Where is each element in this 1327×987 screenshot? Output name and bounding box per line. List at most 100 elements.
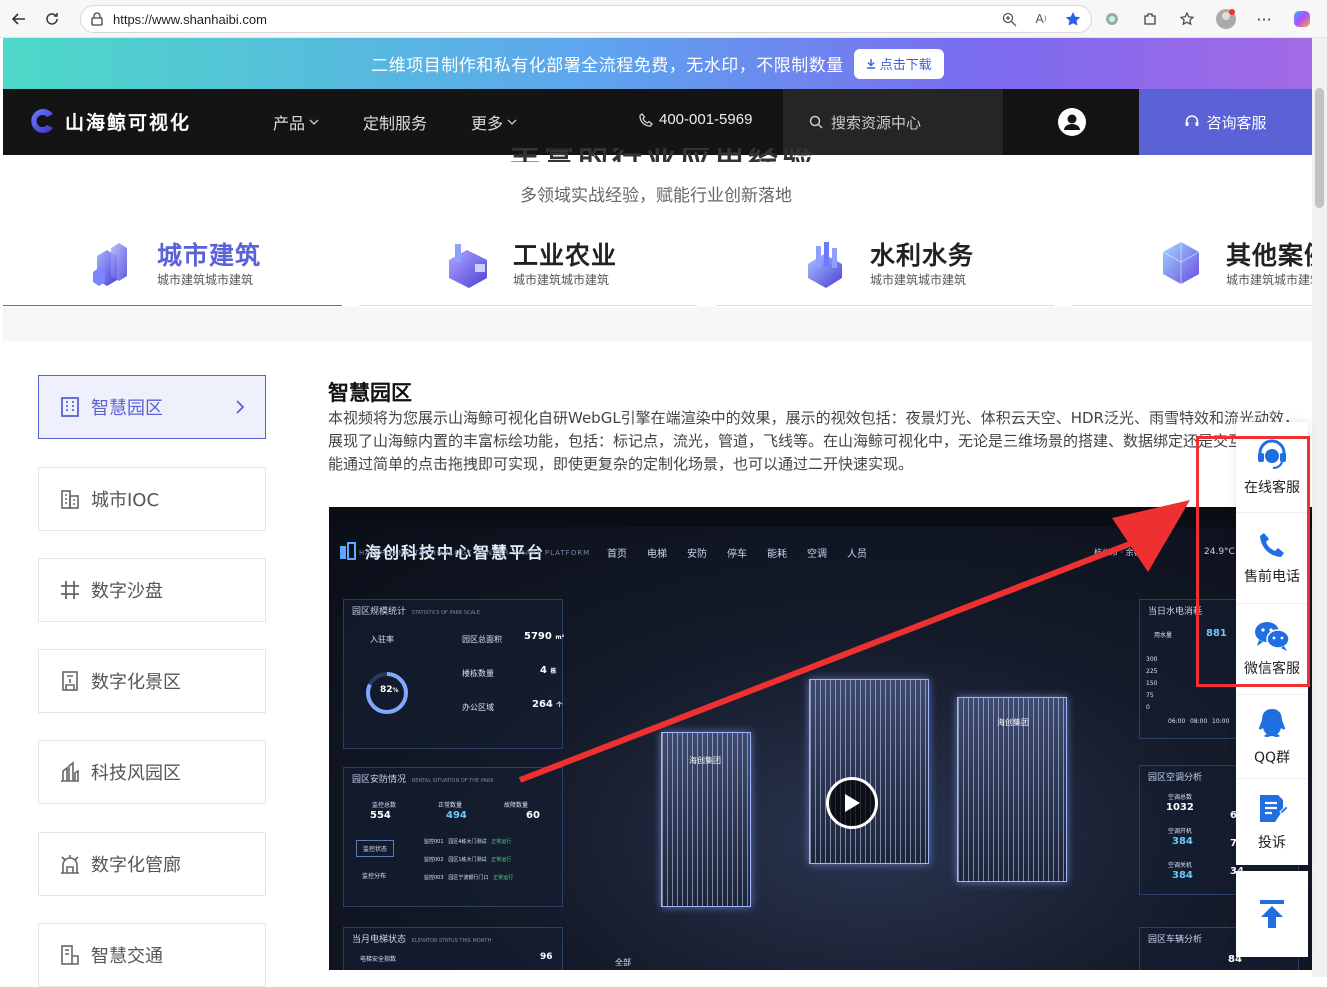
float-label: 投诉 [1258, 835, 1286, 851]
city-building-icon [93, 243, 127, 286]
extension-icon[interactable] [1138, 7, 1162, 31]
download-button-label: 点击下载 [879, 58, 932, 73]
sidebar-item-tech-park[interactable]: 科技风园区 [38, 740, 266, 804]
tab-water-conservancy[interactable]: 水利水务 城市建筑城市建筑 [716, 228, 1054, 306]
axis-tick: 300 [1146, 656, 1158, 663]
consult-button[interactable]: 咨询客服 [1139, 89, 1312, 155]
hero-title-text: 丰富的行业应用经验 [510, 148, 910, 162]
axis-tick: 08:00 [1190, 718, 1208, 725]
panel-label: 办公区域 [462, 703, 494, 712]
pipe-gallery-icon [61, 855, 79, 874]
back-icon[interactable] [5, 5, 33, 33]
favorite-star-icon[interactable] [1063, 9, 1083, 29]
sidebar-item-label: 数字化景区 [91, 672, 181, 693]
menu-more[interactable]: 更多 [471, 110, 517, 134]
annotation-highlight-box [1196, 436, 1310, 687]
sidebar-item-digital-scenic[interactable]: 数字化景区 [38, 649, 266, 713]
sidebar-item-smart-park[interactable]: 智慧园区 [38, 375, 266, 439]
play-button[interactable] [826, 777, 878, 829]
header-phone[interactable]: 400-001-5969 [639, 111, 752, 128]
download-button[interactable]: 点击下载 [853, 48, 944, 79]
video-nav-item: 能耗 [767, 549, 787, 560]
video-nav-item: 安防 [687, 549, 707, 560]
panel-label: 用水量 [1154, 632, 1173, 639]
panel-label: 楼栋数量 [462, 669, 494, 678]
sidebar-item-smart-traffic[interactable]: 智慧交通 [38, 923, 266, 987]
water-icon [808, 242, 842, 288]
float-qq-group[interactable]: QQ群 [1236, 695, 1308, 779]
favorites-icon[interactable] [1176, 7, 1200, 31]
panel-label: 正常数量 [438, 802, 463, 809]
address-bar[interactable]: https://www.shanhaibi.com A) [80, 5, 1092, 33]
building-label: 海创集团 [689, 756, 721, 765]
category-tabs: 城市建筑 城市建筑城市建筑 工业农业 城市建筑城市建筑 水利水务 城市建筑城市建… [3, 228, 1312, 306]
back-to-top-icon [1260, 900, 1284, 928]
logo-icon [31, 109, 53, 133]
panel-label: 园区总面积 [462, 635, 502, 644]
sidebar-item-label: 数字化管廊 [91, 855, 181, 876]
reload-icon[interactable] [38, 5, 66, 33]
panel-label: 入驻率 [370, 635, 394, 644]
panel-label: 空调总数 [1168, 794, 1193, 801]
category-title: 城市建筑 [157, 241, 262, 270]
sidebar-item-digital-sandbox[interactable]: 数字沙盘 [38, 558, 266, 622]
search-placeholder: 搜索资源中心 [831, 113, 922, 132]
profile-icon[interactable] [1214, 7, 1238, 31]
axis-tick: 75 [1146, 692, 1154, 699]
url-text[interactable]: https://www.shanhaibi.com [113, 12, 267, 27]
dashboard-logo-icon [340, 542, 356, 560]
read-aloud-icon[interactable]: A) [1031, 9, 1051, 29]
tab-other-cases[interactable]: 其他案例 城市建筑城市建筑 [1072, 228, 1312, 306]
sidebar-item-pipe-gallery[interactable]: 数字化管廊 [38, 832, 266, 896]
panel-value: 554 [370, 810, 391, 821]
user-avatar-icon[interactable] [1058, 108, 1086, 136]
headset-icon [1185, 115, 1199, 126]
cube-icon [1162, 242, 1200, 284]
phone-number: 400-001-5969 [659, 111, 753, 128]
search-input[interactable]: 搜索资源中心 [783, 89, 1003, 155]
menu-more-label: 更多 [471, 114, 504, 133]
page-scrollbar[interactable] [1312, 38, 1327, 977]
category-title: 其他案例 [1226, 241, 1312, 270]
video-frame: 海创科技中心智慧平台 HAICHUANG TECHNOLOGY CENTER S… [329, 527, 1312, 970]
panel-title: 当月电梯状态 ELEVATOR STATUS THIS MONTH [352, 935, 492, 945]
lock-icon[interactable] [89, 11, 105, 27]
panel-title: 园区安防情况 RENTAL SITUATION OF THE PARK [352, 775, 494, 785]
chevron-down-icon [309, 119, 319, 125]
phone-icon [639, 112, 653, 127]
category-title: 水利水务 [870, 241, 975, 270]
site-header: 山海鲸可视化 产品 定制服务 更多 400-001-5969 搜索资源中心 咨询… [3, 89, 1312, 155]
video-nav-item: 人员 [847, 549, 867, 560]
sidebar-item-city-ioc[interactable]: 城市IOC [38, 467, 266, 531]
sidebar-item-label: 科技风园区 [91, 763, 181, 784]
video-nav-item: 首页 [607, 549, 627, 560]
float-complaint[interactable]: 投诉 [1236, 779, 1308, 865]
tab-industry-agriculture[interactable]: 工业农业 城市建筑城市建筑 [359, 228, 697, 306]
zoom-icon[interactable] [999, 9, 1019, 29]
logo[interactable]: 山海鲸可视化 [27, 106, 191, 136]
menu-custom-service[interactable]: 定制服务 [363, 110, 427, 134]
video-panel-elevator: 当月电梯状态 ELEVATOR STATUS THIS MONTH 电梯安全指数… [343, 927, 563, 970]
scrollbar-thumb[interactable] [1315, 88, 1324, 208]
copilot-icon[interactable] [1290, 7, 1314, 31]
chevron-right-icon [235, 396, 245, 421]
gauge-value: 82% [380, 685, 399, 695]
back-to-top-button[interactable] [1236, 871, 1308, 957]
extension-icon[interactable] [1100, 7, 1124, 31]
panel-title: 园区空调分析 [1148, 773, 1203, 783]
consult-label: 咨询客服 [1206, 113, 1267, 132]
video-player[interactable]: 海创科技中心智慧平台 HAICHUANG TECHNOLOGY CENTER S… [329, 507, 1312, 970]
article-title: 智慧园区 [328, 381, 412, 405]
sandbox-icon [61, 581, 79, 599]
menu-products[interactable]: 产品 [273, 110, 319, 134]
more-icon[interactable]: ··· [1252, 7, 1276, 31]
panel-label: 故障数量 [504, 802, 529, 809]
panel-label: 空调开机 [1168, 828, 1193, 835]
panel-value: 1032 [1166, 802, 1194, 813]
tab-city-building[interactable]: 城市建筑 城市建筑城市建筑 [3, 228, 342, 306]
axis-tick: 150 [1146, 680, 1158, 687]
panel-tab: 监控状态 [356, 840, 395, 857]
sidebar-item-label: 智慧园区 [91, 398, 163, 419]
category-subtitle: 城市建筑城市建筑 [1226, 273, 1312, 287]
category-title: 工业农业 [513, 241, 618, 270]
